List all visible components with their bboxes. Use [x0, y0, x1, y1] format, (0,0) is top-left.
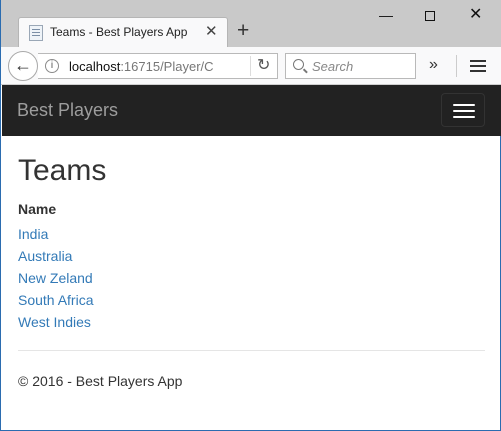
toggle-bar-icon: [453, 104, 475, 106]
team-link[interactable]: South Africa: [18, 289, 94, 311]
minimize-button[interactable]: —: [379, 6, 393, 24]
page-favicon-icon: [29, 25, 43, 41]
footer-divider: [18, 350, 485, 351]
back-button[interactable]: ←: [8, 51, 38, 81]
overflow-menu-button[interactable]: »: [429, 56, 438, 74]
toolbar-divider: [456, 55, 457, 77]
browser-window: Teams - Best Players App ✕ + — ✕ ← i loc…: [0, 0, 501, 431]
new-tab-button[interactable]: +: [237, 19, 249, 43]
hamburger-menu-icon[interactable]: [470, 60, 486, 72]
address-bar[interactable]: i localhost:16715/Player/C ↻: [38, 53, 278, 79]
team-list: India Australia New Zeland South Africa …: [18, 223, 94, 333]
column-header-name: Name: [18, 201, 57, 217]
search-placeholder: Search: [312, 59, 354, 74]
navbar-toggle-button[interactable]: [441, 93, 485, 127]
toggle-bar-icon: [453, 110, 475, 112]
team-link[interactable]: New Zeland: [18, 267, 94, 289]
team-link[interactable]: India: [18, 223, 94, 245]
tab-close-icon[interactable]: ✕: [205, 23, 218, 41]
team-link[interactable]: West Indies: [18, 311, 94, 333]
site-navbar: Best Players: [2, 85, 501, 136]
window-close-button[interactable]: ✕: [469, 6, 482, 24]
browser-tab[interactable]: Teams - Best Players App ✕: [18, 17, 228, 47]
search-icon: [293, 59, 304, 70]
maximize-button[interactable]: [425, 11, 435, 21]
search-bar[interactable]: Search: [285, 53, 416, 79]
reload-icon[interactable]: ↻: [250, 56, 270, 76]
toggle-bar-icon: [453, 116, 475, 118]
footer-text: © 2016 - Best Players App: [18, 373, 183, 389]
title-bar: Teams - Best Players App ✕ + — ✕: [1, 0, 501, 47]
browser-toolbar: ← i localhost:16715/Player/C ↻ Search »: [1, 47, 501, 85]
url-host: localhost: [69, 59, 121, 74]
url-text[interactable]: localhost:16715/Player/C: [69, 59, 245, 74]
url-path: :16715/Player/C: [120, 59, 214, 74]
team-link[interactable]: Australia: [18, 245, 94, 267]
tab-title: Teams - Best Players App: [50, 25, 188, 39]
arrow-left-icon: ←: [14, 55, 32, 75]
page-title: Teams: [18, 154, 107, 187]
info-icon[interactable]: i: [45, 59, 59, 73]
brand-link[interactable]: Best Players: [17, 100, 118, 121]
